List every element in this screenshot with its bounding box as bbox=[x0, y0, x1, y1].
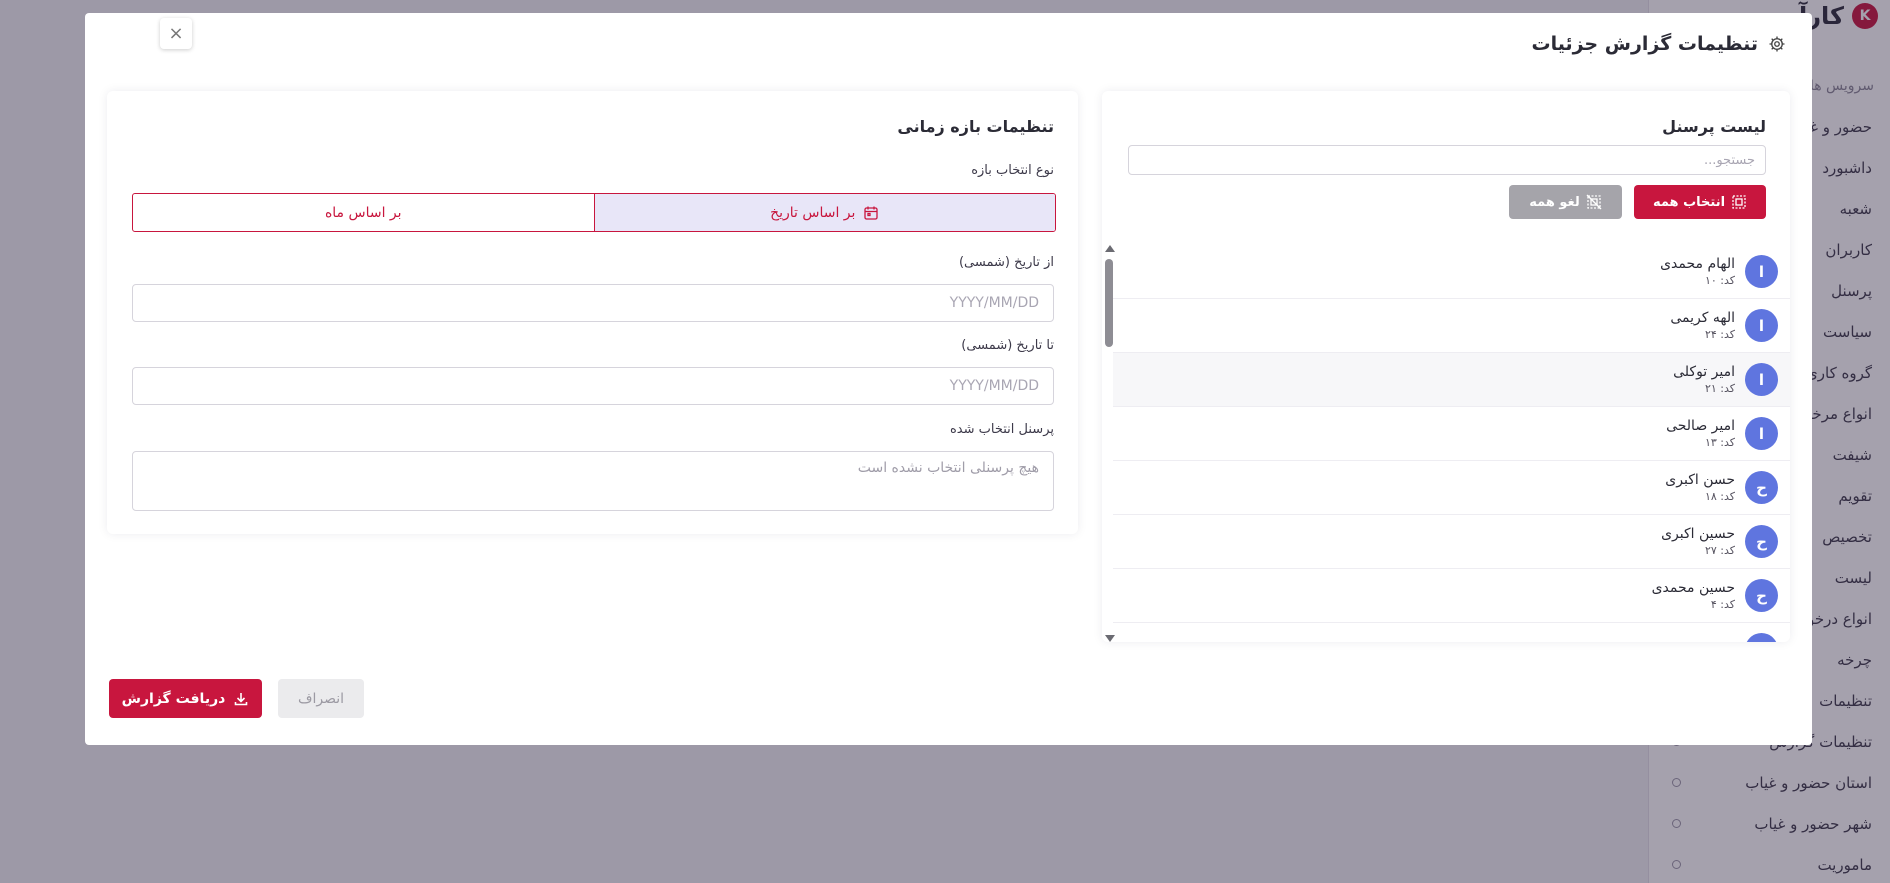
personnel-list: ا الهام محمدی کد: ۱۰ ا الهه کریمی کد: ۲۴ ا امیر… bbox=[1113, 245, 1790, 642]
avatar: ا bbox=[1745, 417, 1778, 450]
personnel-name: حسین محمدی bbox=[1651, 580, 1735, 596]
avatar: ح bbox=[1745, 633, 1778, 642]
personnel-list-scrollbar[interactable] bbox=[1104, 245, 1115, 642]
personnel-row[interactable]: ا امیر صالحی کد: ۱۳ bbox=[1113, 407, 1790, 461]
select-all-icon bbox=[1732, 195, 1746, 209]
deselect-all-icon bbox=[1586, 194, 1602, 210]
personnel-info: حمید جعفری bbox=[1661, 641, 1735, 643]
cancel-button[interactable]: انصراف bbox=[278, 679, 364, 718]
personnel-row[interactable]: ح حسن اکبری کد: ۱۸ bbox=[1113, 461, 1790, 515]
avatar: ا bbox=[1745, 309, 1778, 342]
avatar: ا bbox=[1745, 363, 1778, 396]
selected-personnel-box[interactable]: هیچ پرسنلی انتخاب نشده است bbox=[132, 451, 1054, 511]
personnel-row[interactable]: ح حسین محمدی کد: ۴ bbox=[1113, 569, 1790, 623]
personnel-info: حسن اکبری کد: ۱۸ bbox=[1665, 472, 1735, 503]
personnel-row[interactable]: ح حسین اکبری کد: ۲۷ bbox=[1113, 515, 1790, 569]
date-range-title: تنظیمات بازه زمانی bbox=[897, 117, 1054, 136]
from-date-label: از تاریخ (شمسی) bbox=[958, 255, 1054, 270]
clear-all-label: لغو همه bbox=[1529, 194, 1580, 210]
personnel-info: امیر توکلی کد: ۲۱ bbox=[1673, 364, 1735, 395]
range-type-label: نوع انتخاب بازه bbox=[971, 163, 1054, 178]
avatar: ح bbox=[1745, 579, 1778, 612]
personnel-row[interactable]: ا الهام محمدی کد: ۱۰ bbox=[1113, 245, 1790, 299]
personnel-code: کد: ۱۳ bbox=[1704, 436, 1735, 449]
close-button[interactable]: × bbox=[160, 18, 192, 49]
personnel-name: الهام محمدی bbox=[1660, 256, 1735, 272]
option-by-month[interactable]: بر اساس ماه bbox=[133, 194, 594, 231]
personnel-code: کد: ۱۰ bbox=[1704, 274, 1735, 287]
personnel-info: حسین اکبری کد: ۲۷ bbox=[1661, 526, 1735, 557]
personnel-code: کد: ۱۸ bbox=[1704, 490, 1735, 503]
personnel-info: الهه کریمی کد: ۲۴ bbox=[1670, 310, 1735, 341]
gear-icon bbox=[1769, 36, 1785, 52]
personnel-info: الهام محمدی کد: ۱۰ bbox=[1660, 256, 1735, 287]
option-by-date-label: بر اساس تاریخ bbox=[770, 204, 856, 221]
selection-buttons: انتخاب همه لغو همه bbox=[1509, 185, 1766, 219]
personnel-code: کد: ۲۱ bbox=[1704, 382, 1735, 395]
date-range-panel: تنظیمات بازه زمانی نوع انتخاب بازه بر اس… bbox=[107, 91, 1078, 534]
personnel-name: امیر صالحی bbox=[1666, 418, 1735, 434]
personnel-title: لیست پرسنل bbox=[1662, 117, 1766, 136]
range-type-toggle: بر اساس تاریخ بر اساس ماه bbox=[132, 193, 1056, 232]
calendar-icon bbox=[864, 206, 879, 220]
scroll-up-arrow-icon[interactable] bbox=[1105, 245, 1115, 252]
modal-header: تنظیمات گزارش جزئیات bbox=[1531, 33, 1786, 55]
personnel-code: کد: ۲۷ bbox=[1704, 544, 1735, 557]
personnel-name: حسن اکبری bbox=[1665, 472, 1735, 488]
personnel-name: الهه کریمی bbox=[1670, 310, 1735, 326]
personnel-info: امیر صالحی کد: ۱۳ bbox=[1666, 418, 1735, 449]
search-input[interactable] bbox=[1128, 145, 1766, 175]
to-date-label: تا تاریخ (شمسی) bbox=[961, 338, 1054, 353]
option-by-date[interactable]: بر اساس تاریخ bbox=[593, 194, 1055, 231]
download-report-button[interactable]: دریافت گزارش bbox=[109, 679, 262, 718]
scroll-down-arrow-icon[interactable] bbox=[1105, 635, 1115, 642]
select-all-label: انتخاب همه bbox=[1652, 194, 1726, 210]
download-icon bbox=[235, 692, 248, 705]
scrollbar-thumb[interactable] bbox=[1105, 259, 1113, 347]
personnel-code: کد: ۴ bbox=[1710, 598, 1735, 611]
clear-all-button[interactable]: لغو همه bbox=[1509, 185, 1622, 219]
personnel-info: حسین محمدی کد: ۴ bbox=[1652, 580, 1735, 611]
avatar: ح bbox=[1745, 471, 1778, 504]
avatar: ح bbox=[1745, 525, 1778, 558]
avatar: ا bbox=[1745, 255, 1778, 288]
modal-title: تنظیمات گزارش جزئیات bbox=[1531, 33, 1758, 55]
personnel-panel: لیست پرسنل انتخاب همه لغو همه ا الهام محم… bbox=[1102, 91, 1790, 642]
personnel-row[interactable]: ح حمید جعفری bbox=[1113, 623, 1790, 642]
from-date-input[interactable] bbox=[132, 284, 1054, 322]
report-settings-modal: × تنظیمات گزارش جزئیات لیست پرسنل انتخاب… bbox=[85, 13, 1812, 745]
close-icon: × bbox=[168, 23, 184, 44]
select-all-button[interactable]: انتخاب همه bbox=[1634, 185, 1766, 219]
to-date-input[interactable] bbox=[132, 367, 1054, 405]
personnel-name: حسین اکبری bbox=[1661, 526, 1735, 542]
selected-personnel-empty: هیچ پرسنلی انتخاب نشده است bbox=[857, 460, 1039, 476]
personnel-name: امیر توکلی bbox=[1673, 364, 1735, 380]
selected-personnel-label: پرسنل انتخاب شده bbox=[950, 422, 1054, 437]
personnel-row[interactable]: ا امیر توکلی کد: ۲۱ bbox=[1113, 353, 1790, 407]
personnel-row[interactable]: ا الهه کریمی کد: ۲۴ bbox=[1113, 299, 1790, 353]
option-by-month-label: بر اساس ماه bbox=[324, 204, 402, 221]
personnel-name: حمید جعفری bbox=[1661, 641, 1735, 643]
download-report-label: دریافت گزارش bbox=[121, 690, 226, 707]
personnel-code: کد: ۲۴ bbox=[1704, 328, 1735, 341]
